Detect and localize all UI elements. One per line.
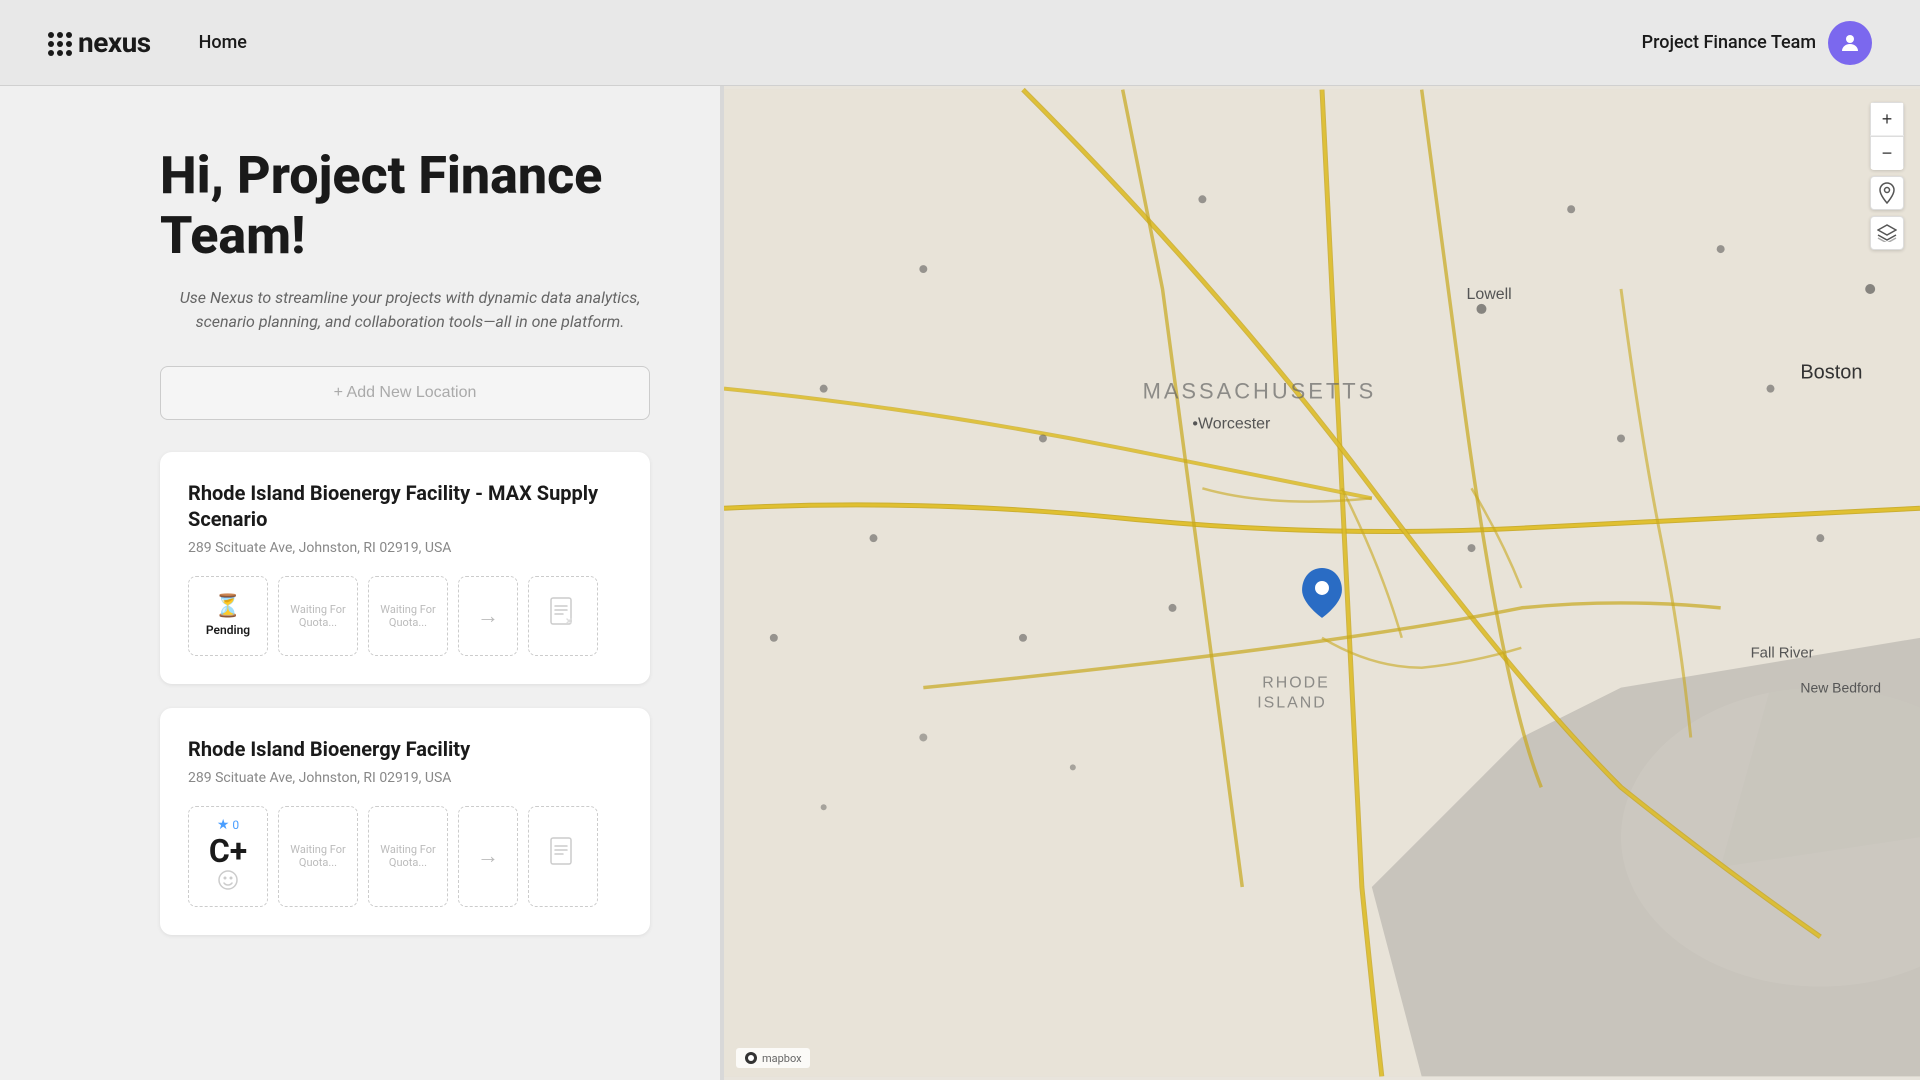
- svg-text:New Bedford: New Bedford: [1800, 680, 1881, 696]
- nav-home-link[interactable]: Home: [199, 32, 247, 53]
- document-icon-2: [549, 837, 577, 875]
- pending-label: Pending: [206, 623, 250, 637]
- mapbox-logo-icon: [744, 1051, 758, 1065]
- waiting-label-2: Waiting ForQuota...: [380, 603, 435, 629]
- hourglass-icon: ⏳: [214, 594, 241, 619]
- star-count: 0: [232, 818, 239, 832]
- zoom-in-button[interactable]: +: [1870, 102, 1904, 136]
- mapbox-attribution: mapbox: [736, 1048, 810, 1068]
- add-location-button[interactable]: + Add New Location: [160, 366, 650, 420]
- star-row: ★ 0: [217, 817, 239, 833]
- map-svg: MASSACHUSETTS RHODE ISLAND Lowell Boston…: [724, 86, 1920, 1080]
- waiting-label-4: Waiting ForQuota...: [380, 843, 435, 869]
- zoom-controls: + −: [1870, 102, 1904, 170]
- svg-text:Boston: Boston: [1800, 362, 1862, 384]
- location-card-2: Rhode Island Bioenergy Facility 289 Scit…: [160, 708, 650, 935]
- location-title-1: Rhode Island Bioenergy Facility - MAX Su…: [188, 480, 622, 532]
- doc-card-1[interactable]: [528, 576, 598, 656]
- user-name: Project Finance Team: [1642, 32, 1816, 53]
- status-card-waiting-4[interactable]: Waiting ForQuota...: [368, 806, 448, 907]
- svg-text:Lowell: Lowell: [1467, 286, 1512, 303]
- layers-icon: [1877, 224, 1897, 242]
- star-icon: ★: [217, 817, 230, 833]
- left-panel: Hi, Project Finance Team! Use Nexus to s…: [0, 86, 720, 1080]
- svg-text:•Worcester: •Worcester: [1192, 416, 1271, 433]
- grade-text: C+: [209, 835, 247, 867]
- status-row-2: ★ 0 C+ Waiting ForQuot: [188, 806, 622, 907]
- location-button[interactable]: [1870, 176, 1904, 210]
- arrow-icon-1: →: [477, 603, 499, 629]
- map-panel: MASSACHUSETTS RHODE ISLAND Lowell Boston…: [724, 86, 1920, 1080]
- arrow-icon-2: →: [477, 843, 499, 869]
- map-container[interactable]: MASSACHUSETTS RHODE ISLAND Lowell Boston…: [724, 86, 1920, 1080]
- arrow-card-1[interactable]: →: [458, 576, 518, 656]
- pin-icon: [1878, 182, 1896, 204]
- location-card-1: Rhode Island Bioenergy Facility - MAX Su…: [160, 452, 650, 684]
- hero-subtitle: Use Nexus to streamline your projects wi…: [160, 286, 660, 334]
- main-content: Hi, Project Finance Team! Use Nexus to s…: [0, 86, 1920, 1080]
- status-card-waiting-1[interactable]: Waiting ForQuota...: [278, 576, 358, 656]
- doc-card-2[interactable]: [528, 806, 598, 907]
- status-card-waiting-3[interactable]: Waiting ForQuota...: [278, 806, 358, 907]
- waiting-label-1: Waiting ForQuota...: [290, 603, 345, 629]
- status-row-1: ⏳ Pending Waiting ForQuota... Waiting Fo…: [188, 576, 622, 656]
- app-header: nexus Home Project Finance Team: [0, 0, 1920, 86]
- status-card-pending[interactable]: ⏳ Pending: [188, 576, 268, 656]
- arrow-card-2[interactable]: →: [458, 806, 518, 907]
- user-area: Project Finance Team: [1642, 21, 1872, 65]
- location-address-1: 289 Scituate Ave, Johnston, RI 02919, US…: [188, 540, 622, 556]
- svg-text:RHODE: RHODE: [1262, 675, 1330, 692]
- greeting-heading: Hi, Project Finance Team!: [160, 146, 660, 266]
- svg-text:Fall River: Fall River: [1751, 645, 1814, 662]
- document-icon-1: [549, 597, 577, 635]
- user-avatar[interactable]: [1828, 21, 1872, 65]
- svg-text:MASSACHUSETTS: MASSACHUSETTS: [1143, 379, 1377, 404]
- mapbox-label: mapbox: [762, 1052, 802, 1065]
- logo-dots: [48, 32, 70, 54]
- waiting-label-3: Waiting ForQuota...: [290, 843, 345, 869]
- logo[interactable]: nexus: [48, 26, 151, 59]
- location-address-2: 289 Scituate Ave, Johnston, RI 02919, US…: [188, 770, 622, 786]
- layers-button[interactable]: [1870, 216, 1904, 250]
- map-controls: + −: [1870, 102, 1904, 250]
- grade-sub-icon: [217, 869, 239, 896]
- location-title-2: Rhode Island Bioenergy Facility: [188, 736, 622, 762]
- status-card-waiting-2[interactable]: Waiting ForQuota...: [368, 576, 448, 656]
- zoom-out-button[interactable]: −: [1870, 136, 1904, 170]
- grade-card[interactable]: ★ 0 C+: [188, 806, 268, 907]
- svg-text:ISLAND: ISLAND: [1257, 695, 1327, 712]
